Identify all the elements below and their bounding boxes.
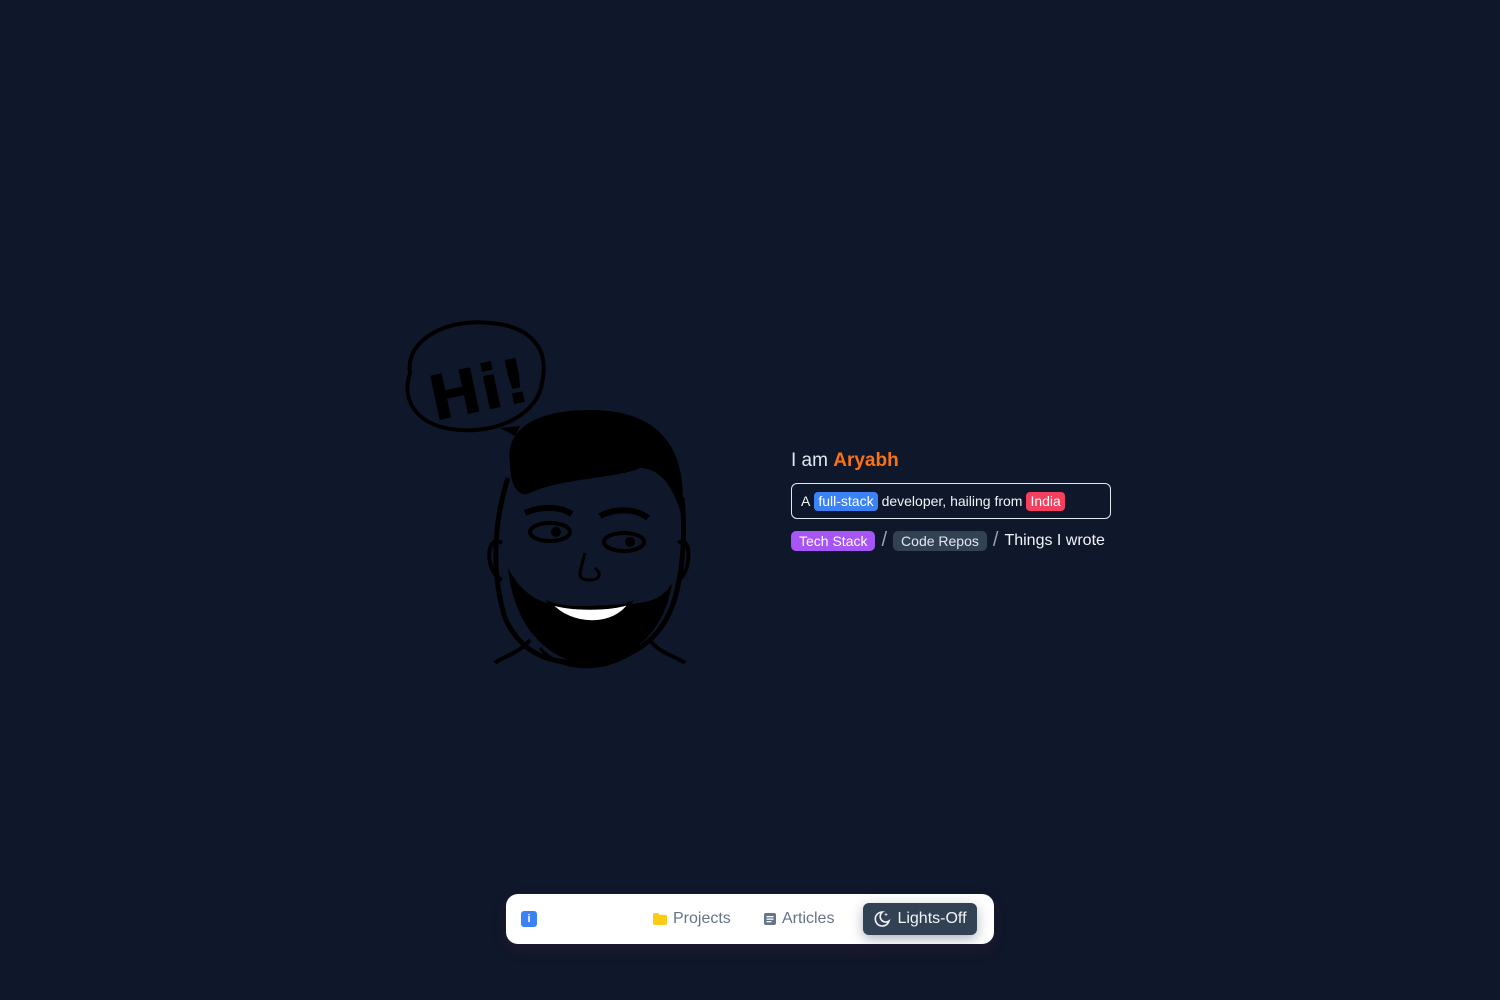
folder-icon [653, 913, 667, 925]
bottom-dock: i Projects Articles Lights-Off [506, 894, 994, 944]
dock-item-label: Projects [673, 910, 731, 927]
tagline-prefix: A [801, 493, 811, 509]
info-icon[interactable]: i [521, 911, 537, 927]
page: Hi! I am Aryabh A full-stack developer, … [0, 0, 1500, 1000]
lights-off-label: Lights-Off [897, 910, 967, 927]
country-badge: India [1026, 491, 1065, 511]
profile-links: Tech Stack / Code Repos / Things I wrote [791, 529, 1121, 552]
dock-item-projects[interactable]: Projects [653, 903, 731, 935]
dock-item-label: Articles [782, 910, 835, 927]
things-i-wrote-link[interactable]: Things I wrote [1004, 532, 1104, 550]
tagline: A full-stack developer, hailing from Ind… [791, 483, 1111, 519]
avatar-illustration: Hi! [405, 320, 691, 669]
lights-off-toggle[interactable]: Lights-Off [863, 903, 977, 935]
greeting-heading: I am Aryabh [791, 449, 1121, 473]
author-name: Aryabh [833, 450, 899, 471]
intro-section: I am Aryabh A full-stack developer, hail… [791, 449, 1121, 552]
hi-text: Hi! [422, 343, 536, 435]
face [487, 410, 691, 669]
greeting-prefix: I am [791, 450, 828, 471]
hi-speech-bubble: Hi! [405, 320, 546, 436]
tagline-middle: developer, hailing from [881, 493, 1023, 509]
dock-item-articles[interactable]: Articles [764, 903, 834, 935]
code-repos-link[interactable]: Code Repos [893, 530, 987, 551]
document-icon [764, 913, 776, 925]
role-badge: full-stack [814, 491, 878, 511]
link-separator: / [992, 529, 999, 551]
moon-icon [873, 910, 891, 928]
link-separator: / [881, 529, 888, 551]
tech-stack-link[interactable]: Tech Stack [791, 530, 876, 551]
